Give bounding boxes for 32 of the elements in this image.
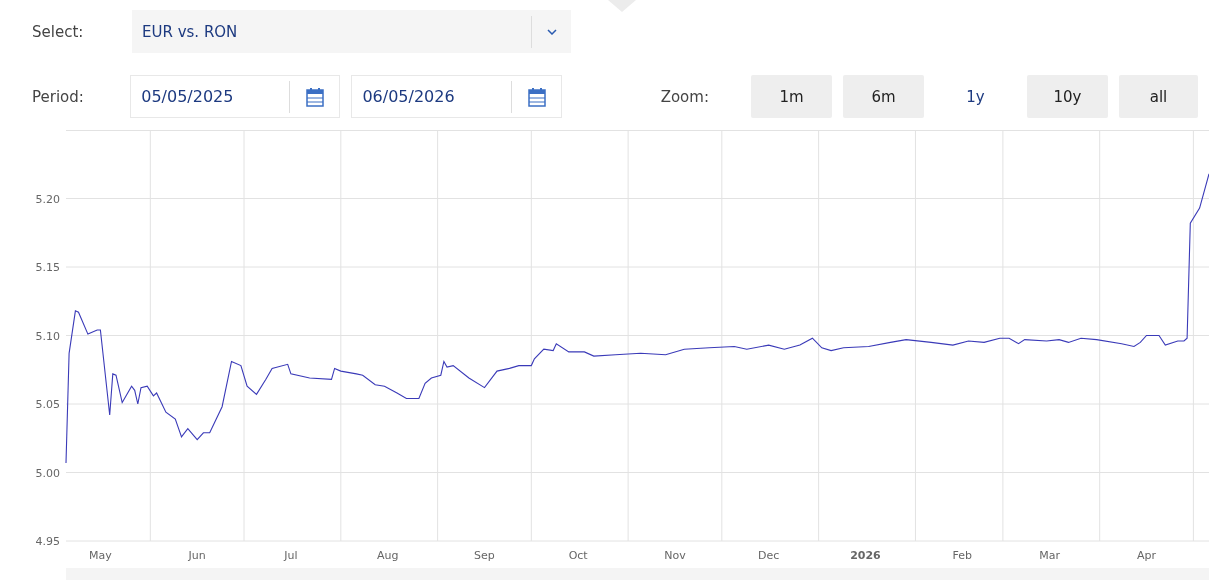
y-axis-label: 5.15 <box>35 261 60 274</box>
x-axis-label: Jun <box>188 549 206 562</box>
date-field[interactable]: 05/05/2025 <box>130 75 341 118</box>
x-axis-label: Nov <box>664 549 686 562</box>
zoom-label: Zoom: <box>660 87 710 106</box>
currency-select[interactable]: EUR vs. RON <box>132 10 571 53</box>
x-axis-label: 2026 <box>850 549 881 562</box>
zoom-button[interactable]: 1m <box>751 75 832 118</box>
y-axis-label: 5.20 <box>35 192 60 206</box>
calendar-icon[interactable] <box>527 86 546 107</box>
x-axis-label: Aug <box>376 549 399 562</box>
select-label: Select: <box>32 22 85 41</box>
zoom-button[interactable]: 6m <box>843 75 924 118</box>
calendar-icon[interactable] <box>306 86 325 107</box>
zoom-button[interactable]: 10y <box>1027 75 1108 118</box>
date-field[interactable]: 06/05/2026 <box>351 75 562 118</box>
x-axis-label: Jul <box>284 549 298 562</box>
x-axis-label: May <box>89 549 112 562</box>
zoom-button[interactable]: 1y <box>935 75 1016 118</box>
y-axis-label: 5.05 <box>35 398 60 411</box>
x-axis-label: Feb <box>952 549 973 562</box>
y-axis-label: 5.00 <box>35 466 60 480</box>
chevron-down-icon <box>547 28 557 35</box>
x-axis-label: Sep <box>474 549 495 562</box>
x-axis-label: Oct <box>568 549 588 562</box>
period-label: Period: <box>32 87 85 106</box>
x-axis-label: Dec <box>758 549 780 562</box>
zoom-button[interactable]: all <box>1119 75 1198 118</box>
x-axis-label: Mar <box>1039 549 1061 562</box>
y-axis-label: 5.10 <box>35 329 60 343</box>
y-axis-label: 4.95 <box>35 535 60 548</box>
x-axis-label: Apr <box>1137 549 1157 562</box>
